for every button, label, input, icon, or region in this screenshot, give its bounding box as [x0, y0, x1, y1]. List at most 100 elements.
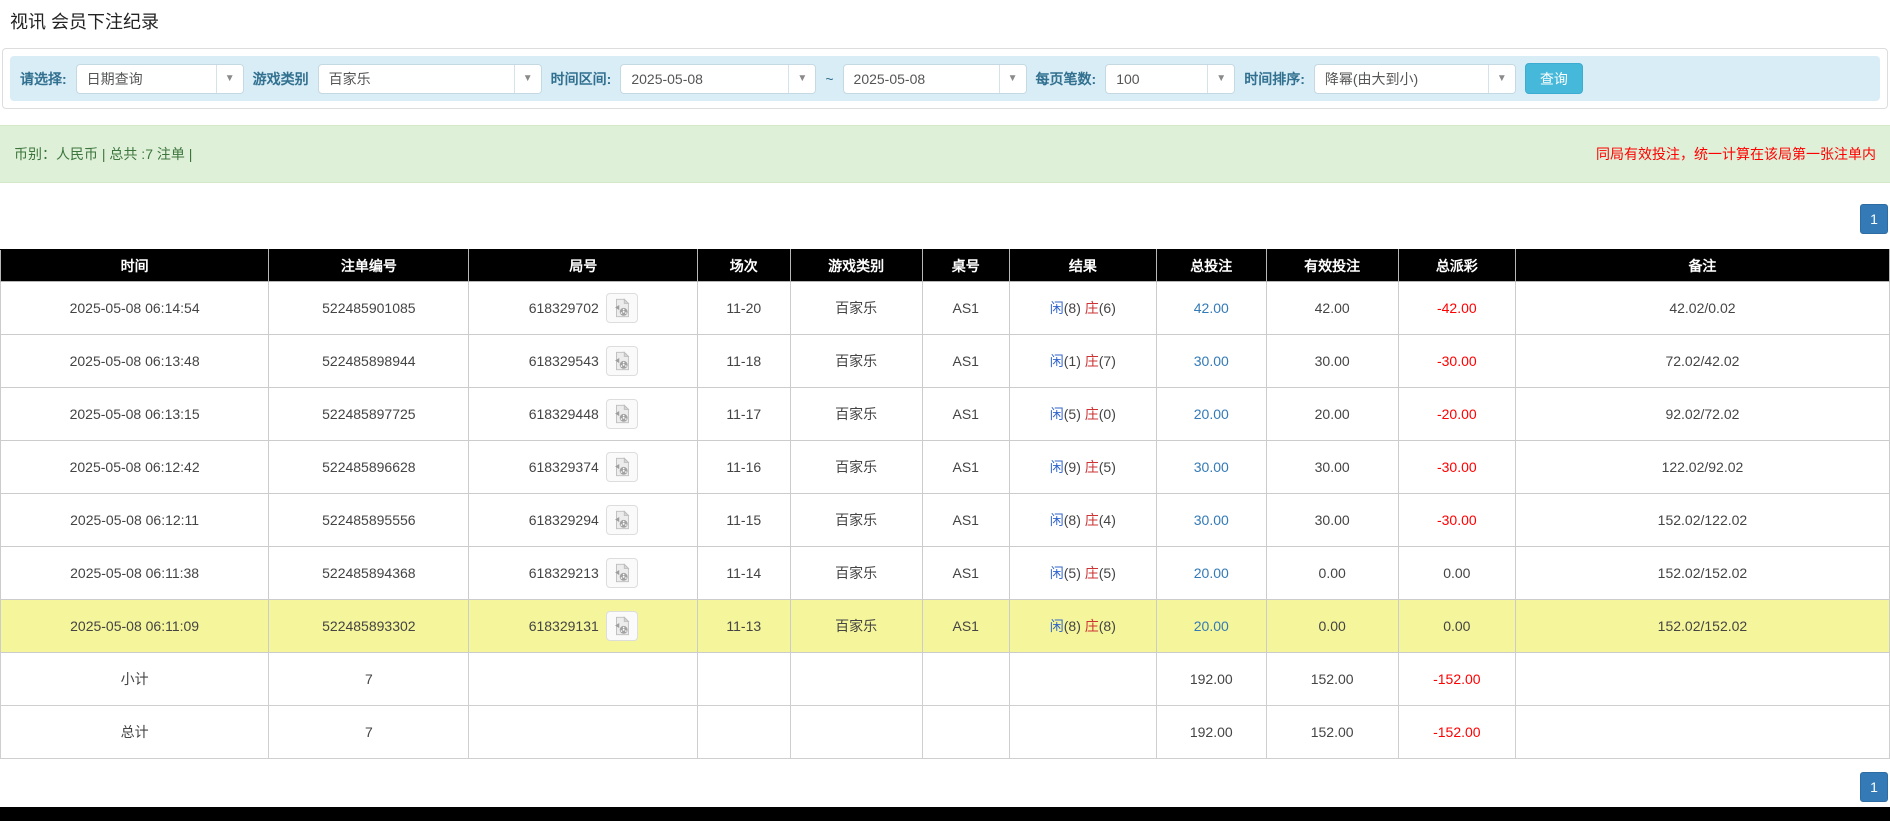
table-row[interactable]: 2025-05-08 06:14:54 522485901085 6183297… [0, 281, 1890, 335]
result-player-label: 闲 [1049, 406, 1064, 422]
cell-valid-bet: 30.00 [1265, 334, 1399, 388]
round-id-text: 618329374 [528, 459, 599, 475]
cell-valid-bet: 0.00 [1265, 546, 1399, 600]
table-header: 时间 注单编号 局号 场次 游戏类别 桌号 结果 总投注 有效投注 总派彩 备注 [0, 249, 1890, 282]
cell-result: 闲(1) 庄(7) [1008, 334, 1158, 388]
table-row[interactable]: 2025-05-08 06:12:11 522485895556 6183292… [0, 493, 1890, 547]
cell-round-id: 618329702 [468, 281, 699, 335]
result-player-label: 闲 [1049, 300, 1064, 316]
cell-remark: 122.02/92.02 [1514, 440, 1890, 494]
search-button[interactable]: 查询 [1524, 63, 1583, 94]
film-reel-icon [614, 616, 630, 636]
header-game-type: 游戏类别 [789, 249, 923, 282]
per-page-select[interactable]: 100 ▼ [1105, 63, 1236, 94]
cell-table-no: AS1 [921, 599, 1010, 653]
table-row[interactable]: 2025-05-08 06:11:38 522485894368 6183292… [0, 546, 1890, 600]
video-replay-button[interactable] [605, 452, 638, 482]
pagination-top: 1 [0, 204, 1890, 234]
total-bet-link[interactable]: 20.00 [1194, 565, 1229, 581]
result-player-score: (1) [1063, 353, 1085, 369]
cell-result: 闲(8) 庄(6) [1008, 281, 1158, 335]
cell-payout: -30.00 [1397, 334, 1516, 388]
game-type-select[interactable]: 百家乐 ▼ [317, 63, 542, 94]
page-1-button[interactable]: 1 [1860, 204, 1888, 234]
cell-round-id: 618329213 [468, 546, 699, 600]
cell-session: 11-17 [697, 387, 791, 441]
cell-game-type: 百家乐 [789, 599, 923, 653]
result-player-score: (8) [1063, 618, 1085, 634]
table-totals: 小计 7 192.00 152.00 -152.00 总计 7 192.00 1… [0, 652, 1890, 759]
film-reel-icon [614, 298, 630, 318]
table-row[interactable]: 2025-05-08 06:12:42 522485896628 6183293… [0, 440, 1890, 494]
total-bet-link[interactable]: 42.00 [1194, 300, 1229, 316]
chevron-down-icon: ▼ [998, 64, 1026, 93]
cell-game-type: 百家乐 [789, 546, 923, 600]
cell-valid-bet: 20.00 [1265, 387, 1399, 441]
sort-select[interactable]: 降幂(由大到小) ▼ [1313, 63, 1516, 94]
cell-total-bet: 30.00 [1156, 440, 1267, 494]
cell-session: 11-14 [697, 546, 791, 600]
video-replay-button[interactable] [605, 346, 638, 376]
result-banker-label: 庄 [1084, 618, 1099, 634]
table-row[interactable]: 2025-05-08 06:13:15 522485897725 6183294… [0, 387, 1890, 441]
table-row[interactable]: 2025-05-08 06:13:48 522485898944 6183295… [0, 334, 1890, 388]
range-tilde: ~ [825, 70, 834, 87]
film-reel-icon [614, 510, 630, 530]
sort-label: 时间排序: [1244, 70, 1305, 87]
date-from-select[interactable]: 2025-05-08 ▼ [620, 63, 817, 94]
cell-table-no: AS1 [921, 493, 1010, 547]
result-banker-score: (0) [1098, 406, 1116, 422]
total-bet-link[interactable]: 30.00 [1194, 512, 1229, 528]
video-replay-button[interactable] [605, 611, 638, 641]
video-replay-button[interactable] [605, 399, 638, 429]
header-total-bet: 总投注 [1156, 249, 1267, 282]
cell-session: 11-18 [697, 334, 791, 388]
result-banker-score: (6) [1098, 300, 1116, 316]
total-bet-link[interactable]: 20.00 [1194, 406, 1229, 422]
result-banker-score: (4) [1098, 512, 1116, 528]
cell-bet-id: 522485895556 [268, 493, 470, 547]
cell-session: 11-13 [697, 599, 791, 653]
round-id-text: 618329702 [528, 300, 599, 316]
cell-valid-bet: 30.00 [1265, 440, 1399, 494]
query-type-label: 请选择: [20, 70, 67, 87]
query-type-select[interactable]: 日期查询 ▼ [75, 63, 244, 94]
cell-game-type: 百家乐 [789, 440, 923, 494]
cell-time: 2025-05-08 06:11:38 [0, 546, 270, 600]
bet-records-table: 时间 注单编号 局号 场次 游戏类别 桌号 结果 总投注 有效投注 总派彩 备注… [0, 249, 1890, 759]
cell-session: 11-15 [697, 493, 791, 547]
date-to-select[interactable]: 2025-05-08 ▼ [842, 63, 1027, 94]
cell-game-type: 百家乐 [789, 387, 923, 441]
cell-game-type: 百家乐 [789, 334, 923, 388]
video-replay-button[interactable] [605, 558, 638, 588]
table-row[interactable]: 2025-05-08 06:11:09 522485893302 6183291… [0, 599, 1890, 653]
subtotal-label: 小计 [0, 652, 270, 706]
total-bet-link[interactable]: 30.00 [1194, 353, 1229, 369]
header-valid-bet: 有效投注 [1265, 249, 1399, 282]
chevron-down-icon: ▼ [1487, 64, 1515, 93]
total-bet-link[interactable]: 30.00 [1194, 459, 1229, 475]
header-payout: 总派彩 [1397, 249, 1516, 282]
header-table-no: 桌号 [921, 249, 1010, 282]
film-reel-icon [614, 457, 630, 477]
date-from-value: 2025-05-08 [631, 70, 703, 87]
total-bet-link[interactable]: 20.00 [1194, 618, 1229, 634]
cell-remark: 152.02/152.02 [1514, 599, 1890, 653]
video-replay-button[interactable] [605, 505, 638, 535]
header-bet-id: 注单编号 [268, 249, 470, 282]
header-time: 时间 [0, 249, 270, 282]
filter-bar: 请选择: 日期查询 ▼ 游戏类别 百家乐 ▼ 时间区间: 2025-05-08 … [10, 56, 1880, 101]
currency-summary-text: 币别：人民币 | 总共 :7 注单 | [14, 146, 193, 162]
cell-total-bet: 20.00 [1156, 599, 1267, 653]
cell-round-id: 618329294 [468, 493, 699, 547]
cell-round-id: 618329131 [468, 599, 699, 653]
cell-table-no: AS1 [921, 440, 1010, 494]
cell-payout: -30.00 [1397, 493, 1516, 547]
grand-total-total-bet: 192.00 [1156, 705, 1267, 759]
cell-total-bet: 20.00 [1156, 546, 1267, 600]
cell-result: 闲(5) 庄(0) [1008, 387, 1158, 441]
video-replay-button[interactable] [605, 293, 638, 323]
result-player-score: (9) [1063, 459, 1085, 475]
per-page-value: 100 [1116, 70, 1140, 87]
game-type-label: 游戏类别 [252, 70, 309, 87]
